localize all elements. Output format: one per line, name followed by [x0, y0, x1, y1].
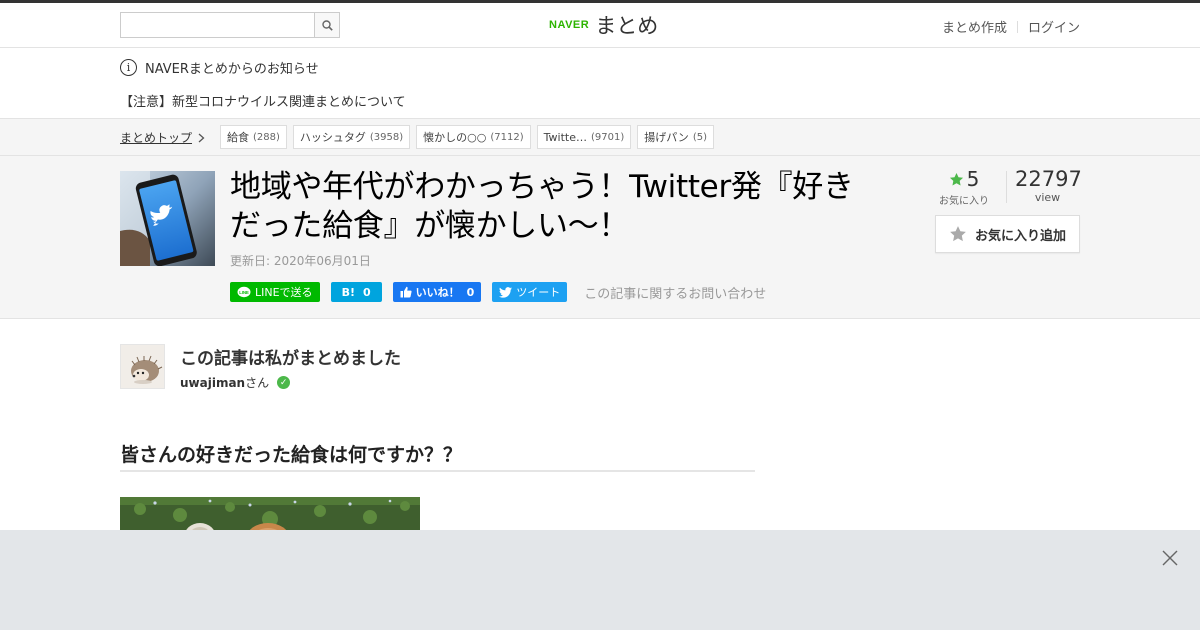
add-favorite-label: お気に入り追加 — [974, 228, 1066, 244]
view-count: 22797 — [1015, 167, 1082, 191]
thumbs-up-icon — [400, 286, 412, 298]
tag-bar: まとめトップ 給食 (288) ハッシュタグ (3958) 懐かしの○○ (71… — [0, 118, 1200, 156]
favorite-count: 5 — [966, 167, 980, 191]
tweet-label: ツイート — [516, 286, 561, 299]
chevron-right-icon — [198, 133, 205, 142]
tag-count: (288) — [253, 131, 280, 143]
article-header: 地域や年代がわかっちゃう！Twitter発『好きだった給食』が懐かしい～！ 更新… — [0, 156, 1200, 319]
tag-item[interactable]: ハッシュタグ (3958) — [292, 125, 411, 149]
breadcrumb[interactable]: まとめトップ — [120, 129, 205, 146]
tag-count: (3958) — [369, 131, 404, 143]
author-honorific: さん — [245, 376, 270, 390]
login-link[interactable]: ログイン — [1028, 17, 1080, 36]
tag-label: 懐かしの○○ — [423, 131, 487, 144]
verified-check-icon: ✓ — [277, 376, 291, 389]
favorite-label: お気に入り — [939, 196, 989, 207]
author-name-row: uwajiman さん ✓ — [180, 374, 291, 391]
section-heading: 皆さんの好きだった給食は何ですか？？ — [120, 440, 755, 472]
logo-matome: まとめ — [595, 14, 659, 38]
search-input[interactable] — [121, 13, 315, 37]
line-icon: LINE — [237, 286, 251, 297]
create-matome-link[interactable]: まとめ作成 — [942, 17, 1007, 36]
tag-count: (7112) — [490, 131, 524, 143]
close-icon[interactable] — [1160, 548, 1180, 568]
notice-heading[interactable]: i NAVERまとめからのお知らせ — [120, 58, 319, 77]
article-stats: 5 お気に入り 22797 view — [935, 167, 1082, 207]
top-nav: まとめ作成 ログイン — [942, 17, 1080, 36]
article-thumbnail — [120, 171, 215, 266]
tag-item[interactable]: 揚げパン (5) — [637, 125, 714, 149]
search-button[interactable] — [314, 13, 339, 37]
inquiry-link[interactable]: この記事に関するお問い合わせ — [584, 283, 766, 302]
article-title: 地域や年代がわかっちゃう！Twitter発『好きだった給食』が懐かしい～！ — [230, 169, 854, 244]
line-share-label: LINEで送る — [255, 286, 313, 299]
tag-item[interactable]: 懐かしの○○ (7112) — [416, 125, 531, 149]
search-icon — [321, 19, 333, 31]
facebook-like-label: いいね！ — [415, 286, 460, 299]
hatena-count: 0 — [362, 285, 371, 299]
author-name[interactable]: uwajiman — [180, 376, 245, 390]
tweet-button[interactable]: ツイート — [492, 282, 568, 302]
author-avatar[interactable] — [120, 344, 165, 389]
info-icon: i — [120, 59, 137, 76]
hatena-icon: B! — [341, 285, 355, 299]
author-heading: この記事は私がまとめました — [180, 349, 401, 369]
stat-divider — [1006, 171, 1007, 203]
top-bar: NAVER まとめ まとめ作成 ログイン — [0, 0, 1200, 48]
favorite-stat: 5 お気に入り — [935, 167, 993, 207]
ad-banner — [0, 530, 1200, 630]
tag-label: 揚げパン — [644, 131, 689, 144]
updated-date: 更新日: 2020年06月01日 — [230, 254, 371, 268]
notice-link[interactable]: 【注意】新型コロナウイルス関連まとめについて — [120, 91, 406, 110]
tag-item[interactable]: Twitte… (9701) — [536, 125, 632, 149]
tag-count: (9701) — [590, 131, 625, 143]
twitter-bird-icon — [499, 286, 513, 298]
site-logo[interactable]: NAVER まとめ — [549, 11, 658, 39]
tag-item[interactable]: 給食 (288) — [220, 125, 287, 149]
view-stat: 22797 view — [1015, 167, 1082, 204]
facebook-like-count: 0 — [466, 285, 475, 299]
line-share-button[interactable]: LINE LINEで送る — [230, 282, 320, 302]
tag-count: (5) — [692, 131, 707, 143]
star-outline-icon — [950, 226, 966, 242]
add-favorite-button[interactable]: お気に入り追加 — [935, 215, 1080, 253]
tag-list: 給食 (288) ハッシュタグ (3958) 懐かしの○○ (7112) Twi… — [220, 125, 714, 149]
search-box — [120, 12, 340, 38]
notice-heading-text: NAVERまとめからのお知らせ — [145, 62, 319, 77]
tag-label: ハッシュタグ — [299, 131, 366, 144]
tag-label: Twitte… — [543, 130, 587, 144]
share-bar: LINE LINEで送る B! 0 いいね！ 0 ツイート この記事に関するお問… — [230, 282, 766, 302]
view-label: view — [1034, 191, 1061, 204]
star-icon — [949, 172, 963, 185]
hatena-bookmark-button[interactable]: B! 0 — [330, 282, 382, 302]
svg-text:LINE: LINE — [239, 290, 249, 295]
facebook-like-button[interactable]: いいね！ 0 — [392, 282, 482, 302]
logo-naver: NAVER — [549, 19, 590, 31]
tag-label: 給食 — [227, 131, 249, 144]
notice-area: i NAVERまとめからのお知らせ 【注意】新型コロナウイルス関連まとめについて — [0, 48, 1200, 118]
nav-divider — [1016, 20, 1018, 33]
breadcrumb-top[interactable]: まとめトップ — [120, 129, 192, 146]
